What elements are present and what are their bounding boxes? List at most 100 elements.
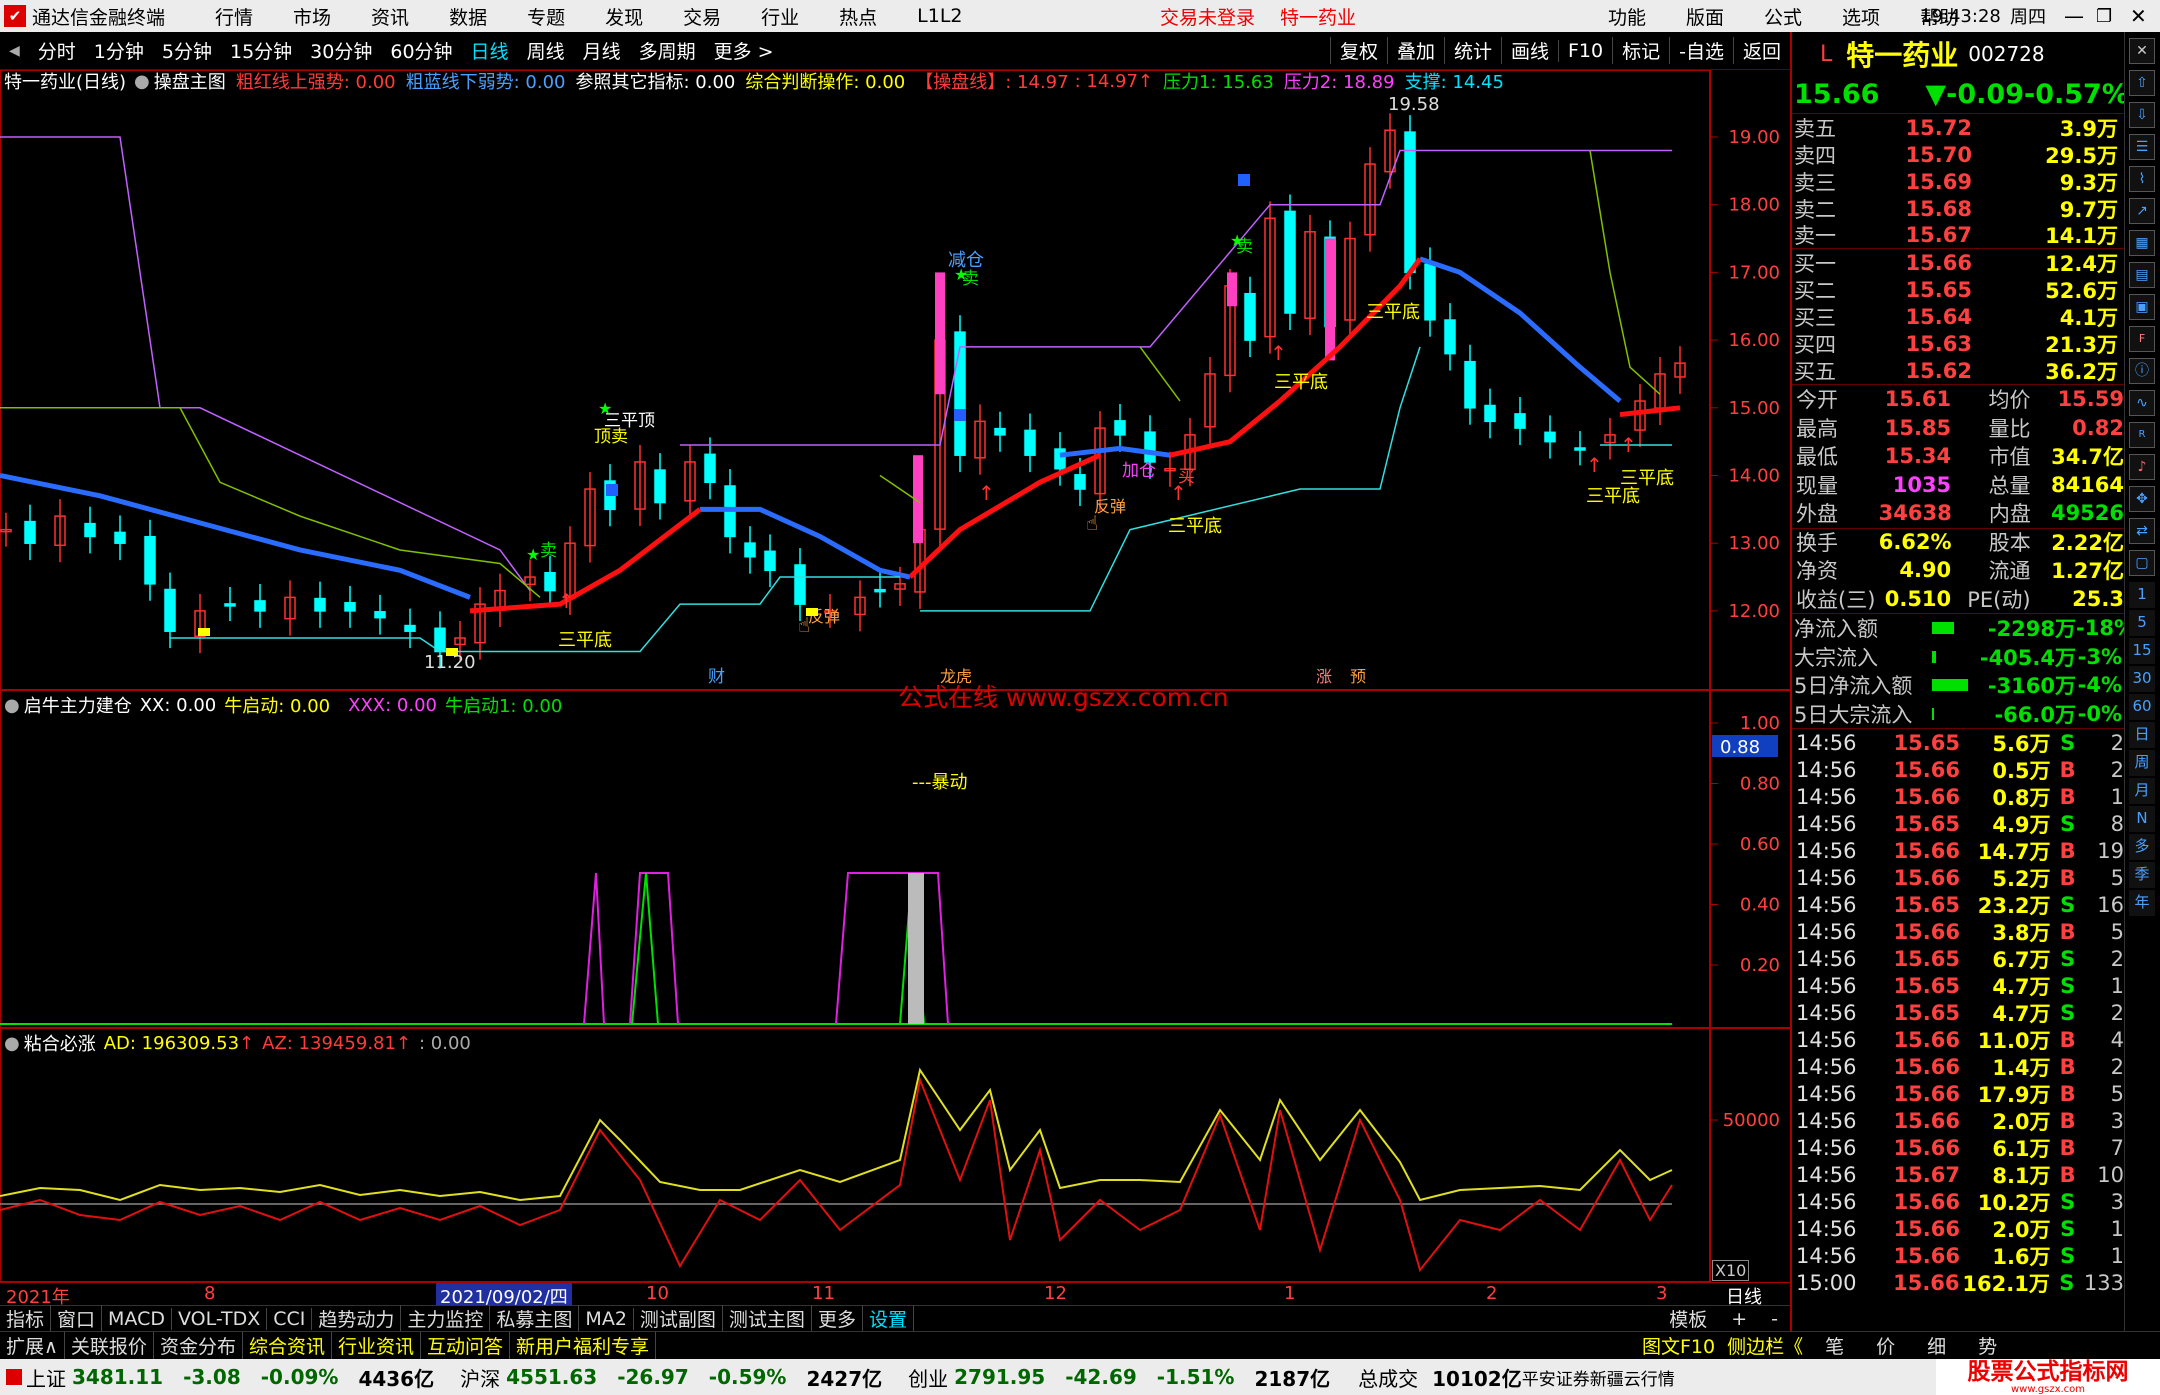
indicator-tab[interactable]: CCI [267, 1307, 313, 1330]
menu-item[interactable]: 数据 [429, 3, 507, 30]
sub2-name[interactable]: 粘合必涨 [24, 1030, 96, 1056]
info-tab[interactable]: 扩展∧ [0, 1332, 65, 1359]
order-row[interactable]: 买四 15.63 21.3万 [1792, 330, 2124, 357]
template-button[interactable]: 模板 [1657, 1305, 1719, 1332]
sidebar-table-icon[interactable]: ▤ [2129, 262, 2155, 288]
tool-button[interactable]: 统计 [1443, 37, 1501, 64]
right-menu-item[interactable]: 选项 [1822, 3, 1900, 30]
period-tab[interactable]: 周线 [518, 37, 574, 64]
tool-button[interactable]: F10 [1558, 39, 1612, 62]
period-tab[interactable]: 分时 [29, 37, 85, 64]
indicator-tab[interactable]: 指标 [0, 1305, 52, 1332]
sidebar-compare-icon[interactable]: ⇄ [2129, 518, 2155, 544]
order-row[interactable]: 卖一 15.67 14.1万 [1792, 222, 2124, 249]
side-period-button[interactable]: 年 [2129, 890, 2155, 916]
period-tab[interactable]: 月线 [574, 37, 630, 64]
tool-button[interactable]: 返回 [1732, 37, 1790, 64]
side-period-button[interactable]: 周 [2129, 750, 2155, 776]
sidebar-move-icon[interactable]: ✥ [2129, 486, 2155, 512]
right-menu-item[interactable]: 功能 [1588, 3, 1666, 30]
period-tab[interactable]: 30分钟 [301, 37, 381, 64]
side-period-button[interactable]: 30 [2129, 666, 2155, 692]
menu-item[interactable]: 交易 [663, 3, 741, 30]
period-tab[interactable]: 多周期 [630, 37, 705, 64]
sidebar-wave-icon[interactable]: ∿ [2129, 390, 2155, 416]
info-tab[interactable]: 互动问答 [421, 1332, 510, 1359]
sidebar-trend-icon[interactable]: ↗ [2129, 198, 2155, 224]
indicator-tab[interactable]: 测试副图 [634, 1305, 723, 1332]
indicator-tab[interactable]: 主力监控 [401, 1305, 491, 1332]
period-tab[interactable]: 60分钟 [381, 37, 461, 64]
menu-item[interactable]: 专题 [507, 3, 585, 30]
stock-name[interactable]: 特一药业 [1846, 34, 1958, 74]
chart-area[interactable]: 19.00 18.00 17.00 16.00 15.00 14.00 13.00 12.00… [0, 68, 1790, 1309]
side-period-button[interactable]: 日 [2129, 722, 2155, 748]
info-right-tab[interactable]: 细 [1911, 1332, 1962, 1359]
menu-item[interactable]: 行情 [195, 3, 273, 30]
sh-name[interactable]: 上证 [26, 1363, 66, 1392]
close-icon[interactable]: ✕ [2130, 4, 2147, 28]
order-row[interactable]: 买三 15.64 4.1万 [1792, 303, 2124, 330]
template-button[interactable]: + [1719, 1308, 1759, 1330]
minimize-icon[interactable]: — [2064, 4, 2084, 28]
order-row[interactable]: 卖五 15.72 3.9万 [1792, 114, 2124, 141]
info-tab[interactable]: 资金分布 [154, 1332, 243, 1359]
info-right-tab[interactable]: 图文F10 [1636, 1332, 1721, 1359]
indicator-tab[interactable]: 窗口 [51, 1305, 103, 1332]
order-row[interactable]: 卖三 15.69 9.3万 [1792, 168, 2124, 195]
menu-item[interactable]: 行业 [741, 3, 819, 30]
sidebar-grid-icon[interactable]: ▦ [2129, 230, 2155, 256]
sidebar-rsi-icon[interactable]: R [2129, 422, 2155, 448]
login-status[interactable]: 交易未登录 [1160, 3, 1255, 30]
info-tab[interactable]: 行业资讯 [332, 1332, 421, 1359]
sz-name[interactable]: 沪深 [460, 1363, 500, 1392]
side-period-button[interactable]: 月 [2129, 778, 2155, 804]
sidebar-close-icon[interactable]: ✕ [2129, 38, 2155, 64]
toolbar-toggle-icon[interactable]: ◀ [0, 43, 29, 59]
sidebar-page-icon[interactable]: ▢ [2129, 550, 2155, 576]
indicator-tab[interactable]: 设置 [863, 1305, 914, 1332]
template-button[interactable]: - [1759, 1308, 1790, 1330]
tool-button[interactable]: 复权 [1329, 37, 1387, 64]
menu-item[interactable]: 热点 [819, 3, 897, 30]
order-row[interactable]: 买一 15.66 12.4万 [1792, 249, 2124, 276]
side-period-button[interactable]: 5 [2129, 610, 2155, 636]
menu-item[interactable]: L1L2 [897, 5, 982, 27]
indicator-tab[interactable]: 趋势动力 [312, 1305, 402, 1332]
order-row[interactable]: 卖四 15.70 29.5万 [1792, 141, 2124, 168]
indicator-name[interactable]: 操盘主图 [154, 68, 226, 94]
indicator-tab[interactable]: 私募主图 [490, 1305, 580, 1332]
period-tab[interactable]: 1分钟 [85, 37, 153, 64]
right-menu-item[interactable]: 公式 [1744, 3, 1822, 30]
period-tab[interactable]: 15分钟 [221, 37, 301, 64]
sub1-name[interactable]: 启牛主力建仓 [24, 692, 132, 718]
indicator-tab[interactable]: 更多 [812, 1305, 863, 1332]
info-right-tab[interactable]: 侧边栏《 [1721, 1332, 1809, 1359]
period-tab[interactable]: 更多 > [705, 37, 783, 64]
order-row[interactable]: 买二 15.65 52.6万 [1792, 276, 2124, 303]
tool-button[interactable]: 叠加 [1386, 37, 1444, 64]
tool-button[interactable]: -自选 [1669, 37, 1733, 64]
sidebar-info-icon[interactable]: ⓘ [2129, 358, 2155, 384]
order-row[interactable]: 卖二 15.68 9.7万 [1792, 195, 2124, 222]
side-period-button[interactable]: N [2129, 806, 2155, 832]
info-right-tab[interactable]: 价 [1860, 1332, 1911, 1359]
sidebar-f10-icon[interactable]: F [2129, 326, 2155, 352]
menu-item[interactable]: 发现 [585, 3, 663, 30]
side-period-button[interactable]: 15 [2129, 638, 2155, 664]
indicator-tab[interactable]: 测试主图 [723, 1305, 812, 1332]
menu-item[interactable]: 资讯 [351, 3, 429, 30]
tool-button[interactable]: 画线 [1500, 37, 1558, 64]
side-period-button[interactable]: 季 [2129, 862, 2155, 888]
side-period-button[interactable]: 60 [2129, 694, 2155, 720]
menu-item[interactable]: 市场 [273, 3, 351, 30]
sidebar-bell-icon[interactable]: ♪ [2129, 454, 2155, 480]
sidebar-list-icon[interactable]: ☰ [2129, 134, 2155, 160]
sidebar-chart-icon[interactable]: ⌇ [2129, 166, 2155, 192]
sidebar-up-icon[interactable]: ⇧ [2129, 70, 2155, 96]
info-tab[interactable]: 综合资讯 [243, 1332, 332, 1359]
order-row[interactable]: 买五 15.62 36.2万 [1792, 357, 2124, 384]
info-right-tab[interactable]: 笔 [1809, 1332, 1860, 1359]
indicator-tab[interactable]: MACD [102, 1307, 172, 1330]
info-tab[interactable]: 关联报价 [65, 1332, 154, 1359]
